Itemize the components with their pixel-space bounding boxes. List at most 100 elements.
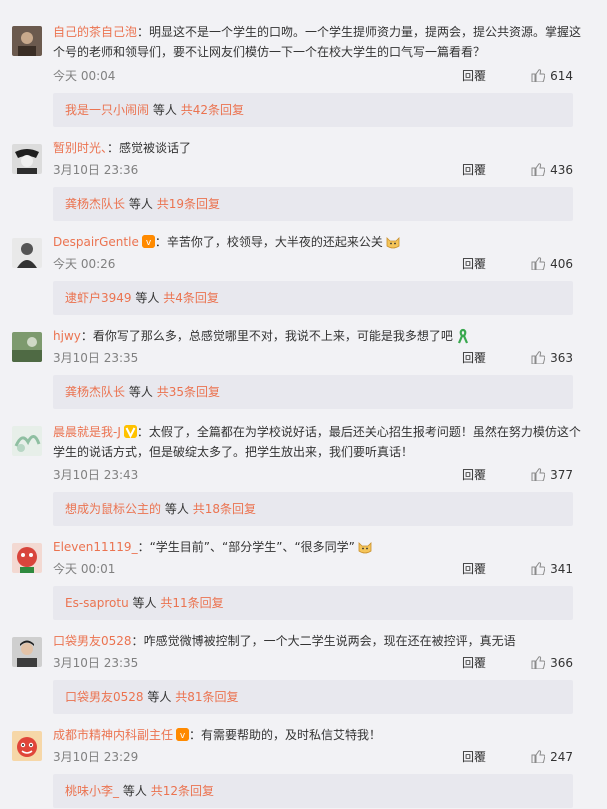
comment-time: 3月10日 23:43 xyxy=(53,468,139,482)
colon: ： xyxy=(136,425,149,439)
avatar[interactable] xyxy=(12,26,42,56)
reply-button[interactable]: 回覆 xyxy=(462,466,486,484)
sub-reply-count[interactable]: 共19条回复 xyxy=(157,197,220,211)
verified-badge-icon xyxy=(123,425,137,438)
avatar[interactable] xyxy=(12,238,42,268)
comment-username[interactable]: 暂别时光、 xyxy=(53,141,107,155)
colon: ： xyxy=(137,540,150,554)
sub-reply-mid: 等人 xyxy=(135,291,160,305)
comment-username[interactable]: 口袋男友0528 xyxy=(53,634,132,648)
sub-reply-user[interactable]: 想成为鼠标公主的 xyxy=(65,502,161,516)
cat-emoji-icon xyxy=(385,234,401,250)
comment-text: 感觉被谈话了 xyxy=(119,141,192,155)
like-count: 247 xyxy=(550,750,573,764)
comment-meta: 3月10日 23:43 回覆 377 xyxy=(53,466,573,484)
comment-text-block: hjwy：看你写了那么多，总感觉哪里不对，我说不上来，可能是我多想了吧 xyxy=(53,326,585,346)
colon: ： xyxy=(154,235,167,249)
sub-reply-count[interactable]: 共35条回复 xyxy=(157,385,220,399)
comment-time: 今天 00:04 xyxy=(53,69,116,83)
reply-button[interactable]: 回覆 xyxy=(462,161,486,179)
sub-reply-user[interactable]: 逮虾户3949 xyxy=(65,291,132,305)
comment-meta: 3月10日 23:36 回覆 436 xyxy=(53,161,573,179)
vip-badge-icon: v xyxy=(141,235,155,248)
reply-button[interactable]: 回覆 xyxy=(462,654,486,672)
comment-text-block: Eleven11119_：“学生目前”、“部分学生”、“很多同学” xyxy=(53,537,585,557)
comment-username[interactable]: hjwy xyxy=(53,329,81,343)
sub-reply-mid: 等人 xyxy=(122,784,147,798)
like-button[interactable]: 363 xyxy=(531,349,573,367)
sub-reply-count[interactable]: 共4条回复 xyxy=(163,291,219,305)
sub-replies[interactable]: Es-saprotu 等人 共11条回复 xyxy=(53,586,573,620)
sub-replies[interactable]: 龚杨杰队长 等人 共19条回复 xyxy=(53,187,573,221)
avatar[interactable] xyxy=(12,332,42,362)
like-button[interactable]: 366 xyxy=(531,654,573,672)
like-button[interactable]: 377 xyxy=(531,466,573,484)
vip-badge-icon: v xyxy=(176,728,190,741)
like-button[interactable]: 406 xyxy=(531,255,573,273)
comment-text-block: DespairGentle v ：辛苦你了，校领导，大半夜的还起来公关 xyxy=(53,232,585,252)
reply-button[interactable]: 回覆 xyxy=(462,748,486,766)
sub-reply-user[interactable]: 龚杨杰队长 xyxy=(65,385,125,399)
sub-replies[interactable]: 逮虾户3949 等人 共4条回复 xyxy=(53,281,573,315)
sub-reply-user[interactable]: Es-saprotu xyxy=(65,596,129,610)
sub-replies[interactable]: 口袋男友0528 等人 共81条回复 xyxy=(53,680,573,714)
reply-button[interactable]: 回覆 xyxy=(462,67,486,85)
comment-text: 有需要帮助的，及时私信艾特我！ xyxy=(201,728,382,742)
sub-reply-count[interactable]: 共42条回复 xyxy=(181,103,244,117)
colon: ： xyxy=(137,25,150,39)
ribbon-emoji-icon xyxy=(455,328,471,344)
like-count: 614 xyxy=(550,69,573,83)
thumbs-up-icon xyxy=(531,163,546,176)
comment-text-block: 口袋男友0528：咋感觉微博被控制了，一个大二学生说两会，现在还在被控评，真无语 xyxy=(53,631,585,651)
avatar[interactable] xyxy=(12,426,42,456)
sub-reply-user[interactable]: 龚杨杰队长 xyxy=(65,197,125,211)
sub-replies[interactable]: 想成为鼠标公主的 等人 共18条回复 xyxy=(53,492,573,526)
reply-button[interactable]: 回覆 xyxy=(462,560,486,578)
sub-replies[interactable]: 我是一只小闹闹 等人 共42条回复 xyxy=(53,93,573,127)
sub-reply-user[interactable]: 口袋男友0528 xyxy=(65,690,144,704)
comment-username[interactable]: DespairGentle xyxy=(53,235,139,249)
avatar[interactable] xyxy=(12,144,42,174)
comment-list: 自己的茶自己泡：明显这不是一个学生的口吻。一个学生提师资力量，提两会，提公共资源… xyxy=(0,0,607,809)
svg-text:v: v xyxy=(180,731,186,741)
comment-meta: 今天 00:04 回覆 614 xyxy=(53,67,573,85)
like-button[interactable]: 614 xyxy=(531,67,573,85)
reply-button[interactable]: 回覆 xyxy=(462,349,486,367)
reply-button[interactable]: 回覆 xyxy=(462,255,486,273)
colon: ： xyxy=(189,728,202,742)
comment-text: “学生目前”、“部分学生”、“很多同学” xyxy=(149,540,355,554)
avatar[interactable] xyxy=(12,637,42,667)
sub-reply-mid: 等人 xyxy=(147,690,172,704)
sub-reply-user[interactable]: 我是一只小闹闹 xyxy=(65,103,149,117)
sub-replies[interactable]: 龚杨杰队长 等人 共35条回复 xyxy=(53,375,573,409)
comment-time: 3月10日 23:35 xyxy=(53,351,139,365)
sub-reply-user[interactable]: 桃味小李_ xyxy=(65,784,119,798)
like-button[interactable]: 436 xyxy=(531,161,573,179)
like-button[interactable]: 247 xyxy=(531,748,573,766)
sub-reply-mid: 等人 xyxy=(132,596,157,610)
thumbs-up-icon xyxy=(531,562,546,575)
sub-reply-count[interactable]: 共12条回复 xyxy=(151,784,214,798)
sub-reply-mid: 等人 xyxy=(152,103,177,117)
comment-meta: 今天 00:26 回覆 406 xyxy=(53,255,573,273)
sub-reply-count[interactable]: 共11条回复 xyxy=(160,596,223,610)
colon: ： xyxy=(131,634,144,648)
comment-username[interactable]: 自己的茶自己泡 xyxy=(53,25,137,39)
like-count: 366 xyxy=(550,656,573,670)
like-count: 363 xyxy=(550,351,573,365)
comment-username[interactable]: 成都市精神内科副主任 xyxy=(53,728,173,742)
sub-replies[interactable]: 桃味小李_ 等人 共12条回复 xyxy=(53,774,573,808)
sub-reply-count[interactable]: 共81条回复 xyxy=(175,690,238,704)
sub-reply-mid: 等人 xyxy=(128,197,153,211)
sub-reply-count[interactable]: 共18条回复 xyxy=(193,502,256,516)
colon: ： xyxy=(107,141,120,155)
avatar[interactable] xyxy=(12,543,42,573)
avatar[interactable] xyxy=(12,731,42,761)
thumbs-up-icon xyxy=(531,468,546,481)
comment-username[interactable]: Eleven11119_ xyxy=(53,540,138,554)
sub-reply-mid: 等人 xyxy=(128,385,153,399)
comment-time: 今天 00:01 xyxy=(53,562,116,576)
comment-username[interactable]: 晨晨就是我-J xyxy=(53,425,121,439)
like-button[interactable]: 341 xyxy=(531,560,573,578)
comment-text-block: 晨晨就是我-J ：太假了，全篇都在为学校说好话，最后还关心招生报考问题！虽然在努力… xyxy=(53,422,585,462)
